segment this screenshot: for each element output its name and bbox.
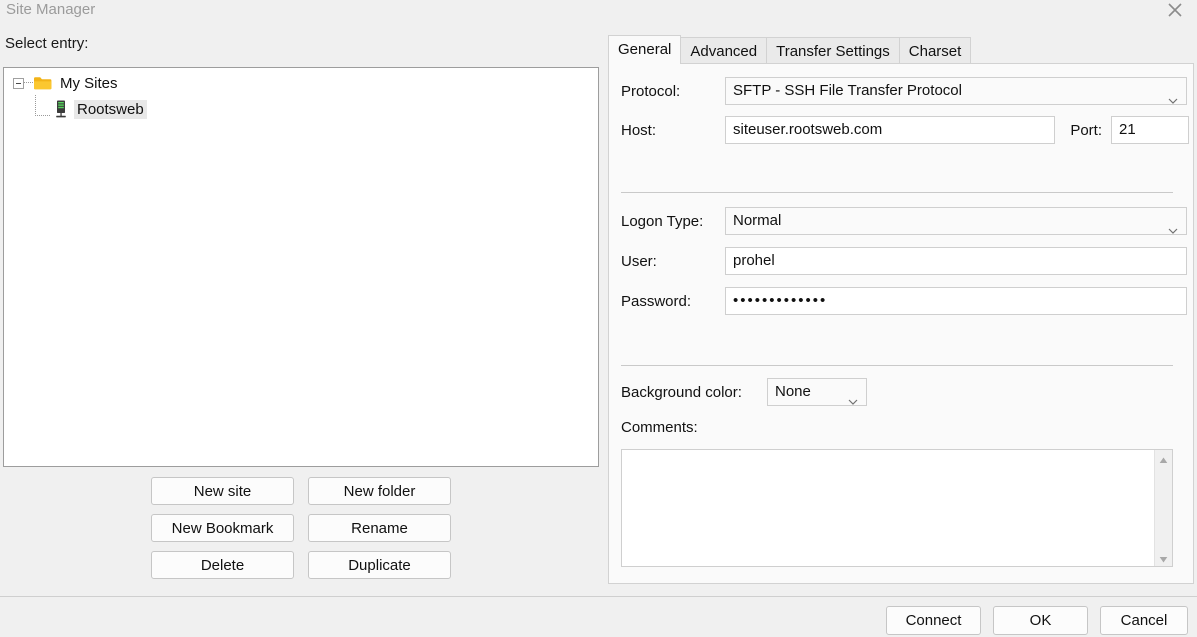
tree-action-buttons: New site New folder New Bookmark Rename …	[151, 477, 451, 579]
new-bookmark-button[interactable]: New Bookmark	[151, 514, 294, 542]
ok-button[interactable]: OK	[993, 606, 1088, 635]
password-row: Password: •••••••••••••	[621, 287, 1187, 315]
password-input[interactable]: •••••••••••••	[725, 287, 1187, 315]
tab-general[interactable]: General	[608, 35, 682, 64]
tab-charset[interactable]: Charset	[899, 37, 972, 64]
divider-2	[621, 365, 1173, 366]
divider-1	[621, 192, 1173, 193]
dialog-action-buttons: Connect OK Cancel	[886, 606, 1188, 635]
select-entry-label: Select entry:	[5, 35, 89, 52]
window-title: Site Manager	[6, 1, 96, 18]
port-input[interactable]: 21	[1111, 116, 1189, 144]
logon-type-label: Logon Type:	[621, 212, 704, 230]
new-site-button[interactable]: New site	[151, 477, 294, 505]
footer-divider	[0, 596, 1197, 597]
logon-type-row: Logon Type: Normal	[621, 207, 1187, 235]
tree-connector-line	[24, 82, 33, 84]
tree-item-label: Rootsweb	[74, 99, 147, 119]
logon-type-select[interactable]: Normal	[725, 207, 1187, 235]
comments-label-row: Comments:	[621, 419, 698, 436]
tree-item-my-sites[interactable]: My Sites	[4, 70, 598, 96]
settings-tabs: General Advanced Transfer Settings Chars…	[608, 35, 972, 64]
password-label: Password:	[621, 292, 692, 310]
protocol-value: SFTP - SSH File Transfer Protocol	[733, 82, 962, 99]
scroll-down-icon[interactable]	[1158, 552, 1169, 563]
protocol-label: Protocol:	[621, 82, 681, 100]
background-color-select[interactable]: None	[767, 378, 867, 406]
user-row: User: prohel	[621, 247, 1187, 275]
tab-advanced[interactable]: Advanced	[681, 37, 768, 64]
background-color-value: None	[775, 383, 811, 400]
protocol-row: Protocol: SFTP - SSH File Transfer Proto…	[621, 77, 1187, 105]
chevron-down-icon	[848, 389, 858, 415]
title-bar: Site Manager	[0, 0, 1197, 22]
cancel-button[interactable]: Cancel	[1100, 606, 1188, 635]
host-input[interactable]: siteuser.rootsweb.com	[725, 116, 1055, 144]
comments-scrollbar[interactable]	[1154, 450, 1172, 566]
background-color-label: Background color:	[621, 383, 742, 401]
tree-item-rootsweb[interactable]: Rootsweb	[4, 94, 598, 122]
host-row: Host: siteuser.rootsweb.com Port: 21	[621, 116, 1189, 144]
chevron-down-icon	[1168, 88, 1178, 114]
comments-label: Comments:	[621, 419, 698, 436]
server-icon	[53, 100, 69, 118]
duplicate-button[interactable]: Duplicate	[308, 551, 451, 579]
comments-input[interactable]	[622, 450, 1157, 566]
tab-transfer-settings[interactable]: Transfer Settings	[767, 37, 900, 64]
logon-type-value: Normal	[733, 212, 782, 229]
chevron-down-icon	[1168, 218, 1178, 244]
user-label: User:	[621, 252, 657, 270]
comments-field-container	[621, 449, 1173, 567]
scroll-up-icon[interactable]	[1158, 453, 1169, 464]
expander-collapse-icon[interactable]	[13, 77, 24, 89]
tree-item-label: My Sites	[60, 74, 118, 92]
general-tab-panel: Protocol: SFTP - SSH File Transfer Proto…	[608, 63, 1194, 584]
port-label: Port:	[1070, 121, 1102, 139]
connect-button[interactable]: Connect	[886, 606, 981, 635]
folder-icon	[33, 75, 53, 91]
host-label: Host:	[621, 121, 657, 139]
rename-button[interactable]: Rename	[308, 514, 451, 542]
close-icon[interactable]	[1151, 0, 1197, 22]
user-input[interactable]: prohel	[725, 247, 1187, 275]
new-folder-button[interactable]: New folder	[308, 477, 451, 505]
tree-connector-elbow	[35, 94, 50, 116]
background-color-row: Background color: None	[621, 378, 867, 406]
delete-button[interactable]: Delete	[151, 551, 294, 579]
site-tree[interactable]: My Sites Rootsweb	[3, 67, 599, 467]
protocol-select[interactable]: SFTP - SSH File Transfer Protocol	[725, 77, 1187, 105]
